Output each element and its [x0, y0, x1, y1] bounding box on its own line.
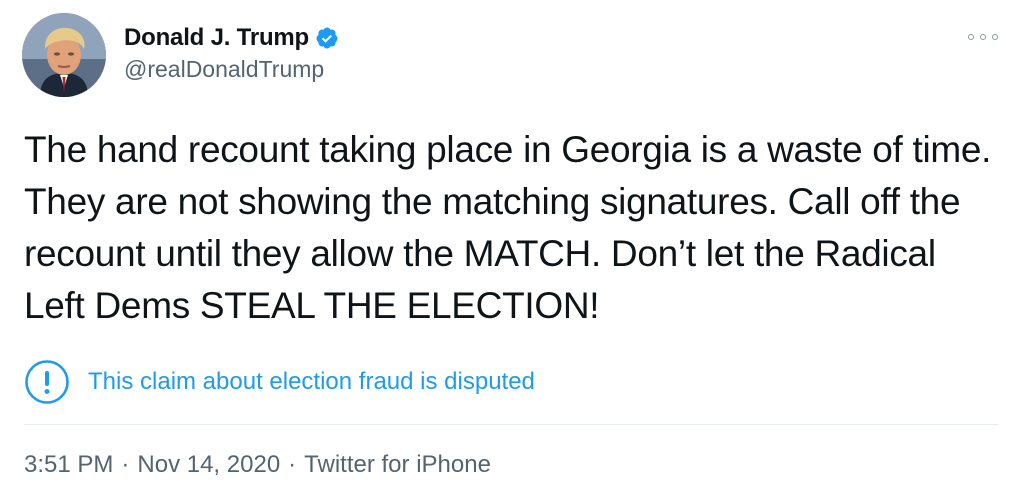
avatar[interactable] — [22, 13, 106, 97]
author-name-row[interactable]: Donald J. Trump — [124, 22, 339, 54]
more-dot — [968, 34, 974, 40]
tweet-source[interactable]: Twitter for iPhone — [304, 451, 491, 479]
more-dot — [980, 34, 986, 40]
notice-link[interactable]: This claim about election fraud is dispu… — [88, 368, 535, 396]
tweet-metadata: 3:51 PM · Nov 14, 2020 · Twitter for iPh… — [24, 448, 491, 482]
tweet-text: The hand recount taking place in Georgia… — [24, 129, 992, 326]
disputed-claim-notice[interactable]: This claim about election fraud is dispu… — [24, 358, 535, 406]
more-dot — [992, 34, 998, 40]
separator: · — [121, 451, 130, 478]
profile-photo-icon — [22, 13, 106, 97]
tweet-time[interactable]: 3:51 PM — [24, 451, 113, 479]
author-handle[interactable]: @realDonaldTrump — [124, 56, 324, 83]
display-name[interactable]: Donald J. Trump — [124, 24, 309, 52]
divider — [24, 424, 998, 425]
exclamation-circle-icon — [25, 360, 69, 404]
verified-badge-icon — [316, 27, 338, 49]
separator: · — [288, 451, 297, 478]
tweet-card: Donald J. Trump @realDonaldTrump The han… — [0, 0, 1022, 504]
tweet-date[interactable]: Nov 14, 2020 — [137, 451, 280, 479]
more-options-icon[interactable] — [968, 30, 998, 44]
